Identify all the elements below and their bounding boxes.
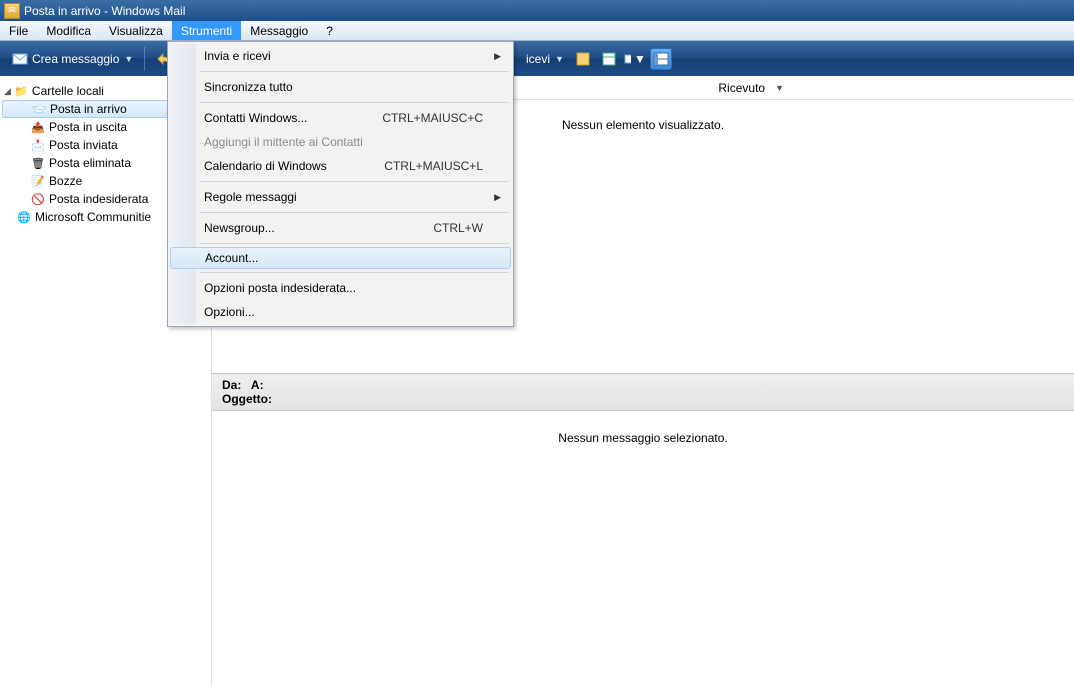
preview-header: Da: A: Oggetto: — [212, 374, 1074, 411]
menu-item-label: Sincronizza tutto — [204, 80, 293, 94]
submenu-arrow-icon: ▶ — [494, 192, 501, 203]
from-label: Da: — [222, 378, 241, 392]
menu-separator — [200, 243, 509, 244]
submenu-arrow-icon: ▶ — [494, 51, 501, 62]
tree-root-label: Cartelle locali — [32, 84, 104, 98]
menu-item-label: Regole messaggi — [204, 190, 297, 204]
menu-?[interactable]: ? — [317, 21, 342, 40]
tree-item-label: Posta indesiderata — [49, 192, 148, 206]
menu-item-label: Aggiungi il mittente ai Contatti — [204, 135, 363, 149]
menu-item[interactable]: Invia e ricevi ▶ — [170, 44, 511, 68]
tree-item-label: Microsoft Communitie — [35, 210, 151, 224]
menu-item-label: Invia e ricevi — [204, 49, 271, 63]
menu-item-label: Calendario di Windows — [204, 159, 327, 173]
menu-strumenti[interactable]: Strumenti — [172, 21, 241, 40]
menu-bar: FileModificaVisualizzaStrumentiMessaggio… — [0, 21, 1074, 41]
empty-preview-text: Nessun messaggio selezionato. — [558, 431, 727, 445]
column-received[interactable]: Ricevuto ▼ — [708, 81, 794, 95]
calendar-icon[interactable] — [598, 48, 620, 70]
column-label: Ricevuto — [718, 81, 765, 95]
subject-label: Oggetto: — [222, 392, 272, 406]
to-label: A: — [251, 378, 264, 392]
chevron-down-icon: ▼ — [555, 54, 564, 64]
menu-item-shortcut: CTRL+MAIUSC+L — [384, 159, 483, 173]
menu-file[interactable]: File — [0, 21, 37, 40]
empty-list-text: Nessun elemento visualizzato. — [562, 118, 724, 132]
tree-item-label: Posta eliminata — [49, 156, 131, 170]
menu-visualizza[interactable]: Visualizza — [100, 21, 172, 40]
menu-item[interactable]: Opzioni posta indesiderata... — [170, 276, 511, 300]
sort-desc-icon: ▼ — [775, 83, 784, 93]
menu-item[interactable]: Contatti Windows... CTRL+MAIUSC+C — [170, 106, 511, 130]
folders-icon: 📁 — [13, 83, 29, 99]
toolbar-right: icevi ▼ ▼ — [514, 41, 1074, 76]
menu-item: Aggiungi il mittente ai Contatti — [170, 130, 511, 154]
tree-item-label: Posta inviata — [49, 138, 118, 152]
compose-button[interactable]: Crea messaggio ▼ — [6, 46, 139, 72]
collapse-icon[interactable]: ◢ — [4, 86, 11, 97]
chevron-down-icon: ▼ — [634, 52, 646, 66]
preview-pane-icon[interactable] — [650, 48, 672, 70]
send-receive-button[interactable]: icevi ▼ — [520, 46, 570, 72]
tree-item-label: Posta in arrivo — [50, 102, 127, 116]
tree-item-label: Bozze — [49, 174, 82, 188]
menu-separator — [200, 181, 509, 182]
main-area: ◢ 📁 Cartelle locali 📨Posta in arrivo📤Pos… — [0, 76, 1074, 685]
folder-icon: 🗑 — [30, 155, 46, 171]
title-bar: ✉ Posta in arrivo - Windows Mail — [0, 0, 1074, 21]
menu-separator — [200, 212, 509, 213]
menu-separator — [200, 102, 509, 103]
contacts-icon[interactable] — [572, 48, 594, 70]
menu-separator — [200, 71, 509, 72]
chevron-down-icon: ▼ — [124, 54, 133, 64]
menu-item-label: Newsgroup... — [204, 221, 275, 235]
send-receive-label: icevi — [526, 52, 550, 66]
menu-item[interactable]: Calendario di Windows CTRL+MAIUSC+L — [170, 154, 511, 178]
app-icon: ✉ — [4, 3, 20, 19]
folder-icon: 📝 — [30, 173, 46, 189]
menu-item[interactable]: Account... — [170, 247, 511, 269]
menu-item[interactable]: Opzioni... — [170, 300, 511, 324]
menu-item[interactable]: Sincronizza tutto — [170, 75, 511, 99]
menu-item-shortcut: CTRL+W — [433, 221, 483, 235]
menu-item[interactable]: Newsgroup... CTRL+W — [170, 216, 511, 240]
tools-menu-dropdown: Invia e ricevi ▶ Sincronizza tutto Contatti… — [167, 41, 514, 327]
menu-separator — [200, 272, 509, 273]
menu-item[interactable]: Regole messaggi ▶ — [170, 185, 511, 209]
toolbar-separator — [144, 47, 145, 71]
find-icon[interactable]: ▼ — [624, 48, 646, 70]
preview-body: Nessun messaggio selezionato. — [212, 411, 1074, 685]
menu-item-label: Contatti Windows... — [204, 111, 307, 125]
menu-item-label: Opzioni posta indesiderata... — [204, 281, 356, 295]
folder-icon: 📩 — [30, 137, 46, 153]
menu-modifica[interactable]: Modifica — [37, 21, 100, 40]
folder-icon: 🚫 — [30, 191, 46, 207]
menu-messaggio[interactable]: Messaggio — [241, 21, 317, 40]
folder-icon: 📤 — [30, 119, 46, 135]
tree-item-label: Posta in uscita — [49, 120, 127, 134]
menu-item-label: Account... — [205, 251, 258, 265]
window-title: Posta in arrivo - Windows Mail — [24, 4, 185, 18]
menu-item-shortcut: CTRL+MAIUSC+C — [382, 111, 483, 125]
menu-item-label: Opzioni... — [204, 305, 255, 319]
folder-icon: 📨 — [31, 101, 47, 117]
community-icon: 🌐 — [16, 209, 32, 225]
compose-label: Crea messaggio — [32, 52, 119, 66]
